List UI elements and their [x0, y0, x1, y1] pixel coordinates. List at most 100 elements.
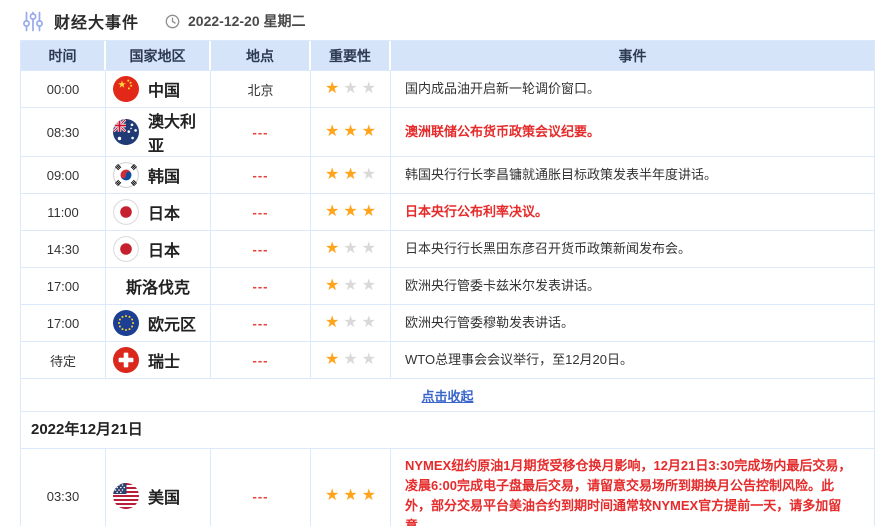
country-cell: 日本: [106, 231, 211, 267]
clock-icon: [165, 14, 180, 29]
star-icon: ★: [325, 488, 339, 504]
event-text-cell: NYMEX纽约原油1月期货受移仓换月影响，12月21日3:30完成场内最后交易，…: [391, 449, 874, 526]
event-text-cell: 国内成品油开启新一轮调价窗口。: [391, 71, 874, 107]
flag-usa-icon: [113, 483, 139, 509]
table-header-row: 时间 国家地区 地点 重要性 事件: [21, 41, 874, 70]
importance-stars: ★★★: [311, 157, 391, 193]
location-cell: ---: [211, 342, 311, 378]
star-icon: ★: [362, 488, 376, 504]
importance-stars: ★★★: [311, 449, 391, 526]
date-section-header: 2022年12月21日: [21, 411, 874, 448]
importance-stars: ★★★: [311, 342, 391, 378]
star-icon: ★: [362, 204, 376, 220]
event-row: 03:30 美国 --- ★★★ NYMEX纽约原油1月期货受移仓换月影响，12…: [21, 448, 874, 526]
importance-stars: ★★★: [311, 108, 391, 156]
event-text-cell: 日本央行公布利率决议。: [391, 194, 874, 230]
star-icon: ★: [325, 352, 339, 368]
flag-south-korea-icon: [113, 162, 139, 188]
sliders-icon: [22, 10, 44, 32]
flag-china-icon: [113, 76, 139, 102]
event-text-cell: 澳洲联储公布货币政策会议纪要。: [391, 108, 874, 156]
importance-stars: ★★★: [311, 231, 391, 267]
col-header-location: 地点: [211, 41, 311, 70]
event-row: 17:00 斯洛伐克 --- ★★★ 欧洲央行管委卡兹米尔发表讲话。: [21, 267, 874, 304]
day1-rows: 00:00 中国 北京 ★★★ 国内成品油开启新一轮调价窗口。 08:30 澳大…: [21, 70, 874, 378]
country-cell: 日本: [106, 194, 211, 230]
event-text-cell: WTO总理事会会议举行，至12月20日。: [391, 342, 874, 378]
star-icon: ★: [362, 124, 376, 140]
event-row: 待定 瑞士 --- ★★★ WTO总理事会会议举行，至12月20日。: [21, 341, 874, 378]
star-icon: ★: [343, 488, 357, 504]
country-name: 美国: [148, 484, 180, 508]
country-name: 瑞士: [148, 348, 180, 372]
star-icon: ★: [362, 315, 376, 331]
col-header-importance: 重要性: [311, 41, 391, 70]
star-icon: ★: [325, 278, 339, 294]
location-cell: ---: [211, 268, 311, 304]
country-name: 韩国: [148, 163, 180, 187]
time-cell: 待定: [21, 342, 106, 378]
flag-australia-icon: [113, 119, 139, 145]
event-row: 11:00 日本 --- ★★★ 日本央行公布利率决议。: [21, 193, 874, 230]
country-name: 中国: [148, 77, 180, 101]
star-icon: ★: [362, 352, 376, 368]
col-header-time: 时间: [21, 41, 106, 70]
star-icon: ★: [362, 278, 376, 294]
time-cell: 03:30: [21, 449, 106, 526]
star-icon: ★: [362, 81, 376, 97]
star-icon: ★: [343, 352, 357, 368]
country-cell: 欧元区: [106, 305, 211, 341]
time-cell: 09:00: [21, 157, 106, 193]
event-row: 00:00 中国 北京 ★★★ 国内成品油开启新一轮调价窗口。: [21, 70, 874, 107]
star-icon: ★: [362, 241, 376, 257]
time-cell: 14:30: [21, 231, 106, 267]
event-row: 08:30 澳大利亚 --- ★★★ 澳洲联储公布货币政策会议纪要。: [21, 107, 874, 156]
time-cell: 17:00: [21, 268, 106, 304]
time-cell: 17:00: [21, 305, 106, 341]
star-icon: ★: [325, 241, 339, 257]
page-title: 财经大事件: [54, 9, 139, 33]
importance-stars: ★★★: [311, 268, 391, 304]
star-icon: ★: [343, 278, 357, 294]
event-text-cell: 欧洲央行管委穆勒发表讲话。: [391, 305, 874, 341]
star-icon: ★: [325, 81, 339, 97]
star-icon: ★: [325, 167, 339, 183]
location-cell: ---: [211, 108, 311, 156]
event-row: 17:00 欧元区 --- ★★★ 欧洲央行管委穆勒发表讲话。: [21, 304, 874, 341]
day2-rows: 03:30 美国 --- ★★★ NYMEX纽约原油1月期货受移仓换月影响，12…: [21, 448, 874, 526]
flag-japan-icon: [113, 199, 139, 225]
flag-japan-icon: [113, 236, 139, 262]
location-cell: ---: [211, 157, 311, 193]
flag-eurozone-icon: [113, 310, 139, 336]
star-icon: ★: [343, 241, 357, 257]
location-cell: ---: [211, 231, 311, 267]
star-icon: ★: [362, 167, 376, 183]
event-text-cell: 日本央行行长黑田东彦召开货币政策新闻发布会。: [391, 231, 874, 267]
star-icon: ★: [343, 315, 357, 331]
time-cell: 11:00: [21, 194, 106, 230]
header-date: 2022-12-20 星期二: [188, 11, 306, 31]
country-cell: 中国: [106, 71, 211, 107]
collapse-link[interactable]: 点击收起: [421, 386, 473, 405]
events-table: 时间 国家地区 地点 重要性 事件 00:00 中国 北京 ★★★ 国内成品油开…: [20, 40, 875, 526]
location-cell: 北京: [211, 71, 311, 107]
country-name: 澳大利亚: [148, 108, 210, 156]
star-icon: ★: [343, 81, 357, 97]
event-row: 09:00 韩国 --- ★★★ 韩国央行行长李昌镛就通胀目标政策发表半年度讲话…: [21, 156, 874, 193]
importance-stars: ★★★: [311, 305, 391, 341]
country-name: 斯洛伐克: [126, 274, 190, 298]
importance-stars: ★★★: [311, 71, 391, 107]
time-cell: 00:00: [21, 71, 106, 107]
country-name: 欧元区: [148, 311, 196, 335]
col-header-country: 国家地区: [106, 41, 211, 70]
star-icon: ★: [325, 204, 339, 220]
event-row: 14:30 日本 --- ★★★ 日本央行行长黑田东彦召开货币政策新闻发布会。: [21, 230, 874, 267]
event-text-cell: 韩国央行行长李昌镛就通胀目标政策发表半年度讲话。: [391, 157, 874, 193]
country-name: 日本: [148, 200, 180, 224]
country-cell: 美国: [106, 449, 211, 526]
country-cell: 韩国: [106, 157, 211, 193]
col-header-event: 事件: [391, 41, 874, 70]
flag-switzerland-icon: [113, 347, 139, 373]
star-icon: ★: [343, 167, 357, 183]
star-icon: ★: [325, 315, 339, 331]
